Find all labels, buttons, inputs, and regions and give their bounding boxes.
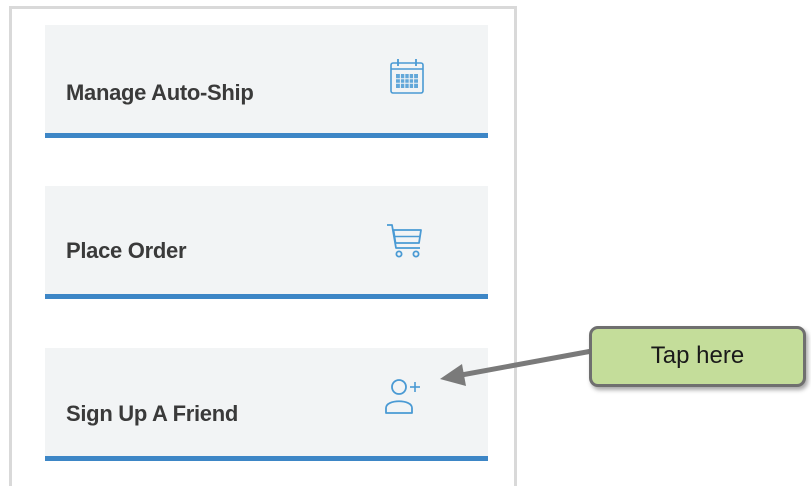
menu-panel: Manage Auto-Ship Place Order Sign Up A F… [9,6,517,486]
accent-bar [45,456,488,461]
accent-bar [45,294,488,299]
callout-text: Tap here [650,342,745,369]
add-user-icon [385,379,420,414]
accent-bar [45,133,488,138]
calendar-icon [390,59,424,94]
sign-up-a-friend-label: Sign Up A Friend [66,401,239,426]
callout-arrow [440,348,595,386]
cart-icon [387,224,422,258]
place-order-label: Place Order [66,238,187,263]
place-order-button[interactable]: Place Order [45,186,488,299]
sign-up-a-friend-button[interactable]: Sign Up A Friend [45,348,488,461]
manage-auto-ship-label: Manage Auto-Ship [66,80,254,105]
manage-auto-ship-button[interactable]: Manage Auto-Ship [45,25,488,138]
tap-here-callout: Tap here [589,326,806,387]
